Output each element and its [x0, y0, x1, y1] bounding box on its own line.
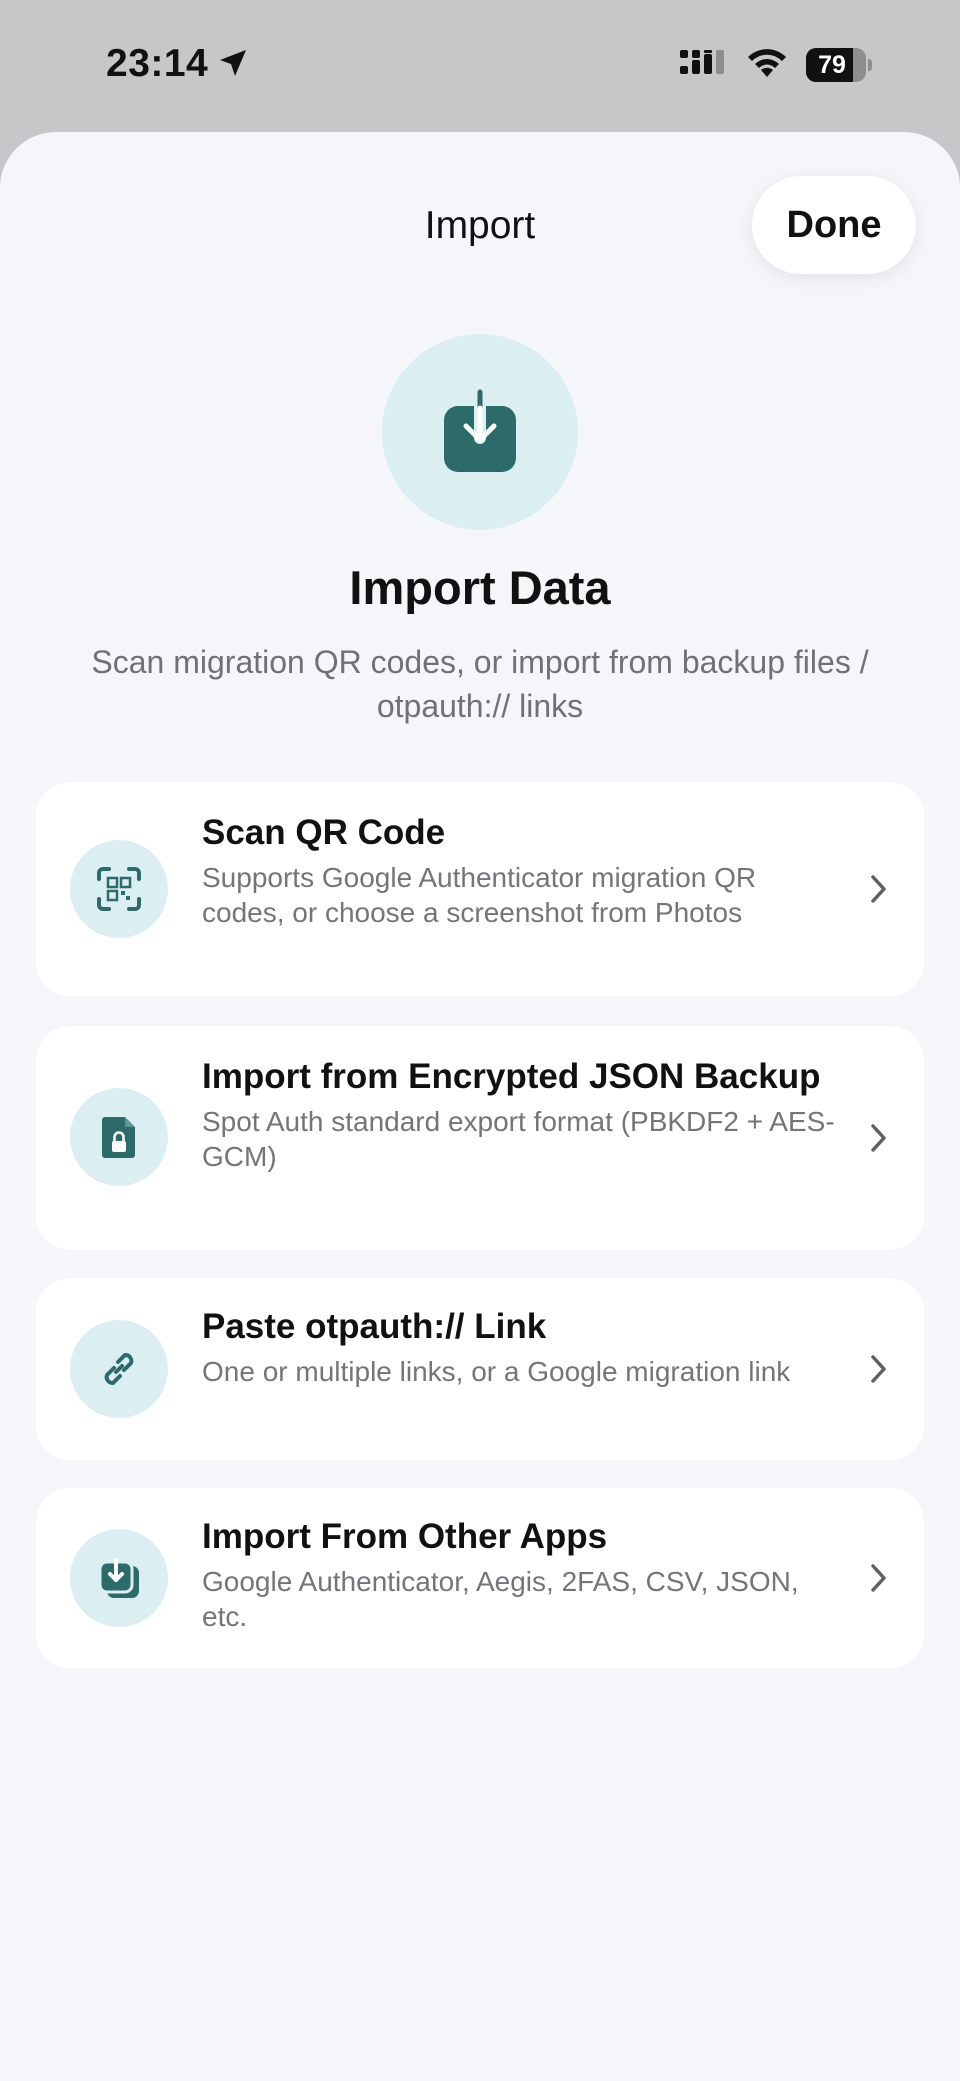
option-scan-qr-code[interactable]: Scan QR Code Supports Google Authenticat…	[36, 782, 924, 996]
download-icon	[444, 386, 516, 472]
chevron-right-icon	[871, 1564, 886, 1592]
cellular-signal-icon	[680, 50, 724, 74]
chevron-right-icon	[871, 1355, 886, 1383]
option-title: Paste otpauth:// Link	[202, 1307, 547, 1346]
option-text: Import From Other Apps Google Authentica…	[202, 1516, 842, 1634]
wifi-icon	[748, 49, 786, 77]
option-icon-circle	[70, 840, 168, 938]
hero-title: Import Data	[349, 561, 611, 614]
status-bar: 23:14 79	[0, 0, 960, 132]
link-icon	[104, 1353, 134, 1385]
option-description: Supports Google Authenticator migration …	[202, 862, 757, 928]
option-text: Import from Encrypted JSON Backup Spot A…	[202, 1056, 842, 1174]
option-title: Import from Encrypted JSON Backup	[202, 1057, 821, 1096]
hero-icon-circle	[382, 334, 578, 530]
option-encrypted-json-backup[interactable]: Import from Encrypted JSON Backup Spot A…	[36, 1026, 924, 1250]
option-icon-circle	[70, 1529, 168, 1627]
battery-percent: 79	[818, 51, 846, 79]
option-description: Google Authenticator, Aegis, 2FAS, CSV, …	[202, 1566, 799, 1632]
import-stack-icon	[98, 1558, 139, 1598]
option-icon-circle	[70, 1088, 168, 1186]
chevron-right-icon	[871, 875, 886, 903]
hero-subtitle: Scan migration QR codes, or import from …	[91, 644, 869, 724]
battery-indicator: 79	[806, 48, 872, 82]
option-title: Import From Other Apps	[202, 1517, 608, 1556]
option-description: One or multiple links, or a Google migra…	[202, 1356, 791, 1387]
option-text: Paste otpauth:// Link One or multiple li…	[202, 1306, 842, 1389]
import-sheet: Import Done Import Data Scan migration Q…	[0, 132, 960, 2081]
option-paste-otpauth-link[interactable]: Paste otpauth:// Link One or multiple li…	[36, 1278, 924, 1460]
option-text: Scan QR Code Supports Google Authenticat…	[202, 812, 842, 930]
option-description: Spot Auth standard export format (PBKDF2…	[202, 1106, 835, 1172]
qr-scan-icon	[97, 867, 141, 911]
option-icon-circle	[70, 1320, 168, 1418]
location-arrow-icon	[220, 50, 246, 76]
option-title: Scan QR Code	[202, 813, 446, 852]
done-button[interactable]: Done	[752, 176, 916, 274]
option-import-other-apps[interactable]: Import From Other Apps Google Authentica…	[36, 1488, 924, 1668]
locked-file-icon	[102, 1117, 135, 1158]
status-time: 23:14	[106, 42, 209, 85]
chevron-right-icon	[871, 1124, 886, 1152]
